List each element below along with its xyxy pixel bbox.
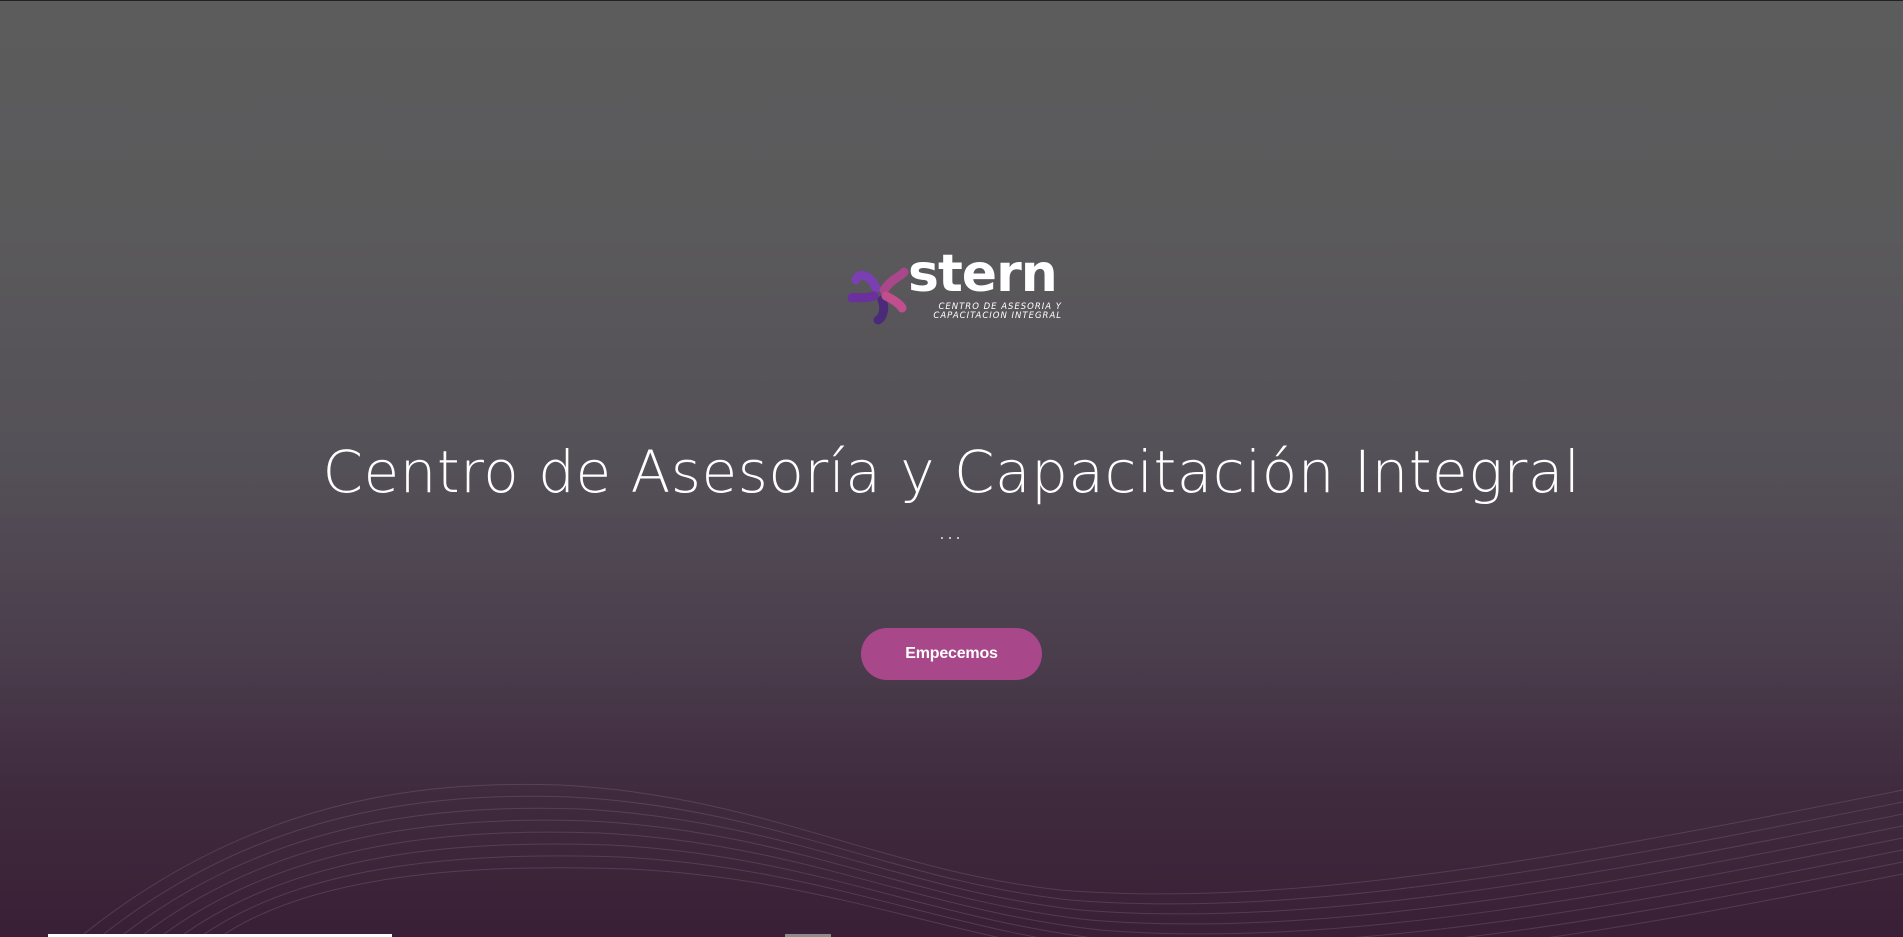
logo-mark-icon (848, 267, 909, 325)
brand-logo[interactable]: stern CENTRO DE ASESORIA Y CAPACITACION … (848, 248, 1061, 328)
logo-tagline-line2: CAPACITACION INTEGRAL (933, 311, 1062, 321)
logo-tagline: CENTRO DE ASESORIA Y CAPACITACION INTEGR… (912, 303, 1062, 321)
decorative-waves (79, 783, 1903, 937)
logo-wordmark: stern (908, 244, 1058, 304)
hero-subtitle: ... (939, 524, 964, 543)
hero-section: stern CENTRO DE ASESORIA Y CAPACITACION … (0, 0, 1903, 937)
hero-title: Centro de Asesoría y Capacitación Integr… (322, 437, 1581, 506)
empecemos-button[interactable]: Empecemos (861, 628, 1042, 680)
